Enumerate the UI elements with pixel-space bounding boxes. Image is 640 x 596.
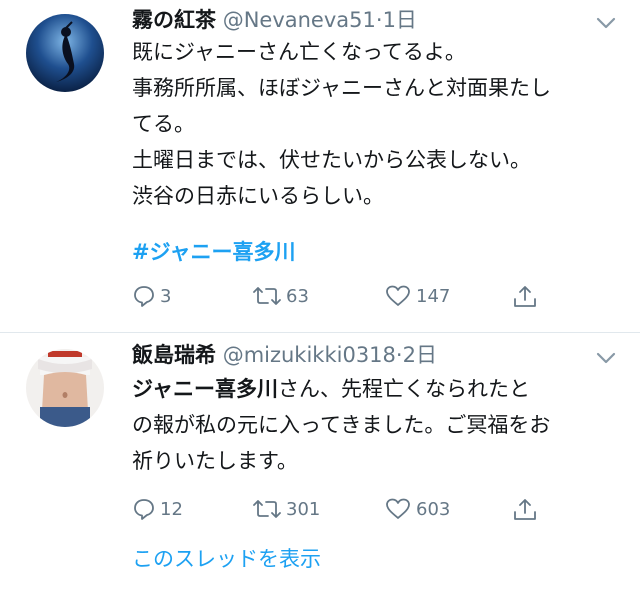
share-icon: [514, 499, 536, 520]
retweet-count: 63: [286, 285, 309, 307]
heart-icon: [386, 285, 410, 306]
like-button[interactable]: 603: [384, 497, 450, 521]
tweet-text: ジャニー喜多川さん、先程亡くなられたと の報が私の元に入ってきました。ご冥福をお…: [132, 377, 551, 473]
tweet-header: 霧の紅茶 @Nevaneva51·1日: [132, 8, 417, 32]
mention-name[interactable]: ジャニー喜多川: [132, 377, 278, 401]
retweet-button[interactable]: 63: [252, 284, 309, 308]
timestamp[interactable]: 2日: [403, 343, 437, 367]
chevron-down-icon[interactable]: [596, 16, 616, 30]
tweet-2[interactable]: 飯島瑞希 @mizukikki0318·2日 ジャニー喜多川さん、先程亡くなられ…: [0, 333, 640, 596]
reply-button[interactable]: 3: [132, 284, 171, 308]
tweet-header: 飯島瑞希 @mizukikki0318·2日: [132, 343, 437, 367]
handle[interactable]: @Nevaneva51: [223, 8, 376, 32]
retweet-icon: [253, 287, 281, 305]
action-bar: 3 63 147: [132, 284, 552, 314]
display-name[interactable]: 飯島瑞希: [132, 343, 216, 367]
show-thread-link[interactable]: このスレッドを表示: [132, 543, 321, 573]
like-count: 147: [416, 285, 451, 307]
avatar[interactable]: [26, 349, 104, 427]
retweet-count: 301: [286, 498, 321, 520]
share-icon: [514, 286, 536, 307]
handle[interactable]: @mizukikki0318: [223, 343, 396, 367]
reply-count: 12: [160, 498, 183, 520]
reply-icon: [134, 499, 154, 520]
reply-icon: [134, 286, 154, 307]
action-bar: 12 301 603: [132, 497, 552, 527]
heart-icon: [386, 498, 410, 519]
share-button[interactable]: [512, 284, 542, 310]
like-count: 603: [416, 498, 451, 520]
retweet-button[interactable]: 301: [252, 497, 320, 521]
share-button[interactable]: [512, 497, 542, 523]
chevron-down-icon[interactable]: [596, 351, 616, 365]
reply-button[interactable]: 12: [132, 497, 183, 521]
avatar[interactable]: [26, 14, 104, 92]
retweet-icon: [253, 500, 281, 518]
like-button[interactable]: 147: [384, 284, 450, 308]
tweet-1[interactable]: 霧の紅茶 @Nevaneva51·1日 既にジャニーさん亡くなってるよ。 事務所…: [0, 0, 640, 333]
timestamp[interactable]: 1日: [383, 8, 417, 32]
tweet-text: 既にジャニーさん亡くなってるよ。 事務所所属、ほぼジャニーさんと対面果たし てる…: [132, 40, 551, 208]
reply-count: 3: [160, 285, 172, 307]
display-name[interactable]: 霧の紅茶: [132, 8, 216, 32]
hashtag-link[interactable]: #ジャニー喜多川: [132, 236, 296, 266]
